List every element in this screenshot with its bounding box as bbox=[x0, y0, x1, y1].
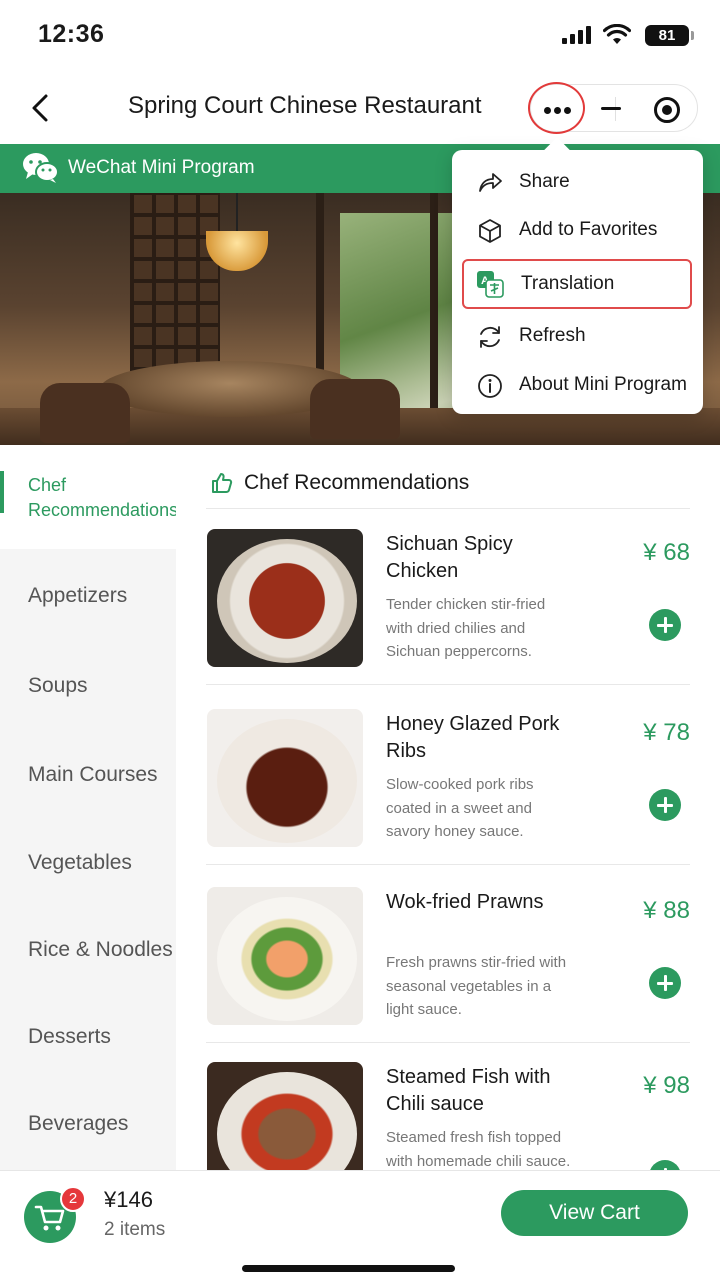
sidebar-item-label: Rice & Noodles bbox=[28, 938, 173, 961]
close-mini-program-icon[interactable] bbox=[654, 97, 680, 123]
menu-item-about-mini-program[interactable]: About Mini Program bbox=[462, 361, 692, 411]
more-options-menu: Share Add to Favorites A Translation Ref… bbox=[452, 150, 703, 414]
plate-graphic bbox=[217, 1072, 357, 1170]
sidebar-item-label: Vegetables bbox=[28, 851, 132, 874]
cart-bar: 2 ¥146 2 items View Cart bbox=[0, 1170, 720, 1280]
home-indicator[interactable] bbox=[242, 1265, 455, 1272]
plate-graphic bbox=[217, 897, 357, 1021]
sidebar-item-appetizers[interactable]: Appetizers bbox=[0, 549, 176, 637]
menu-item-label: About Mini Program bbox=[519, 374, 687, 395]
nav-bar: Spring Court Chinese Restaurant bbox=[0, 72, 720, 144]
dish-price: ¥ 78 bbox=[643, 719, 690, 746]
dish-name: Wok-fried Prawns bbox=[386, 891, 544, 913]
share-icon bbox=[479, 173, 502, 192]
dish-name: Honey Glazed Pork Ribs bbox=[386, 713, 560, 762]
dot-icon bbox=[554, 107, 561, 114]
dot-icon bbox=[544, 107, 551, 114]
dish-description: Tender chicken stir-fried with dried chi… bbox=[386, 596, 546, 660]
more-options-button[interactable] bbox=[528, 82, 585, 134]
dish-list-panel[interactable]: Chef Recommendations Sichuan Spicy Chick… bbox=[176, 445, 720, 1170]
cart-total: ¥146 bbox=[104, 1187, 153, 1212]
sidebar-item-beverages[interactable]: Beverages bbox=[0, 1077, 176, 1165]
menu-item-refresh[interactable]: Refresh bbox=[462, 312, 692, 362]
dish-description: Steamed fresh fish topped with homemade … bbox=[386, 1129, 571, 1170]
dish-card[interactable]: Steamed Fish with Chili sauce Steamed fr… bbox=[206, 1042, 690, 1170]
translate-icon: A bbox=[477, 271, 504, 298]
add-to-cart-button[interactable] bbox=[649, 789, 681, 821]
plate-graphic bbox=[217, 539, 357, 663]
dish-photo bbox=[207, 1062, 363, 1170]
sidebar-item-label: Appetizers bbox=[28, 584, 128, 607]
sidebar-item-main-courses[interactable]: Main Courses bbox=[0, 725, 176, 813]
sidebar-item-desserts[interactable]: Desserts bbox=[0, 989, 176, 1077]
sidebar-item-label: Soups bbox=[28, 674, 88, 697]
cart-item-count: 2 items bbox=[104, 1219, 166, 1240]
hero-lamp-cord bbox=[236, 193, 238, 233]
sidebar-item-soups[interactable]: Soups bbox=[0, 637, 176, 725]
plate-graphic bbox=[217, 719, 357, 843]
info-icon bbox=[478, 374, 502, 398]
minimize-icon[interactable] bbox=[601, 107, 621, 110]
menu-item-label: Translation bbox=[521, 273, 615, 294]
hero-chair bbox=[310, 379, 400, 439]
category-sidebar: Chef Recommendations Appetizers Soups Ma… bbox=[0, 445, 179, 1170]
dish-divider bbox=[206, 684, 690, 685]
dish-name: Steamed Fish with Chili sauce bbox=[386, 1066, 551, 1115]
cart-count-badge: 2 bbox=[60, 1186, 86, 1212]
sidebar-item-label: Beverages bbox=[28, 1112, 129, 1135]
sidebar-item-label: Desserts bbox=[28, 1025, 111, 1048]
cube-icon bbox=[479, 219, 501, 243]
sidebar-item-chef-recommendations[interactable]: Chef Recommendations bbox=[0, 445, 179, 549]
wechat-logo-icon bbox=[23, 153, 59, 183]
menu-item-add-to-favorites[interactable]: Add to Favorites bbox=[462, 206, 692, 256]
battery-indicator: 81 bbox=[645, 25, 689, 46]
refresh-icon bbox=[480, 326, 500, 348]
dish-price: ¥ 98 bbox=[643, 1072, 690, 1099]
status-bar: 12:36 81 bbox=[0, 0, 720, 72]
add-to-cart-button[interactable] bbox=[649, 609, 681, 641]
sidebar-item-rice-noodles[interactable]: Rice & Noodles bbox=[0, 901, 176, 989]
dish-price: ¥ 68 bbox=[643, 539, 690, 566]
dish-divider bbox=[206, 864, 690, 865]
signal-icon bbox=[562, 26, 591, 44]
wifi-icon bbox=[603, 24, 631, 44]
menu-item-label: Refresh bbox=[519, 325, 586, 346]
dish-description: Fresh prawns stir-fried with seasonal ve… bbox=[386, 954, 567, 1018]
menu-item-label: Share bbox=[519, 171, 570, 192]
capsule-menu bbox=[528, 82, 698, 134]
banner-label: WeChat Mini Program bbox=[68, 157, 255, 178]
thumbs-up-icon bbox=[212, 473, 233, 493]
dish-photo bbox=[207, 529, 363, 667]
dot-icon bbox=[564, 107, 571, 114]
back-arrow-icon[interactable] bbox=[26, 90, 58, 126]
dish-name: Sichuan Spicy Chicken bbox=[386, 533, 513, 582]
add-to-cart-button[interactable] bbox=[649, 967, 681, 999]
sidebar-item-label: Main Courses bbox=[28, 763, 158, 786]
section-title: Chef Recommendations bbox=[244, 471, 470, 494]
battery-tip bbox=[691, 31, 694, 40]
dish-photo bbox=[207, 709, 363, 847]
view-cart-button[interactable]: View Cart bbox=[501, 1190, 688, 1236]
active-indicator bbox=[0, 471, 4, 513]
dish-card[interactable]: Honey Glazed Pork Ribs Slow-cooked pork … bbox=[206, 689, 690, 865]
page-title: Spring Court Chinese Restaurant bbox=[128, 92, 482, 119]
status-time: 12:36 bbox=[38, 20, 105, 48]
dish-price: ¥ 88 bbox=[643, 897, 690, 924]
sidebar-item-label: Chef Recommendations bbox=[28, 475, 179, 520]
sidebar-item-vegetables[interactable]: Vegetables bbox=[0, 813, 176, 901]
dish-card[interactable]: Wok-fried Prawns Fresh prawns stir-fried… bbox=[206, 867, 690, 1043]
dish-description: Slow-cooked pork ribs coated in a sweet … bbox=[386, 776, 534, 840]
menu-item-label: Add to Favorites bbox=[519, 219, 658, 240]
menu-item-translation[interactable]: A Translation bbox=[462, 259, 692, 309]
hero-chair bbox=[40, 383, 130, 443]
add-to-cart-button[interactable] bbox=[649, 1160, 681, 1170]
dish-card[interactable]: Sichuan Spicy Chicken Tender chicken sti… bbox=[206, 509, 690, 685]
dish-photo bbox=[207, 887, 363, 1025]
menu-item-share[interactable]: Share bbox=[462, 158, 692, 208]
